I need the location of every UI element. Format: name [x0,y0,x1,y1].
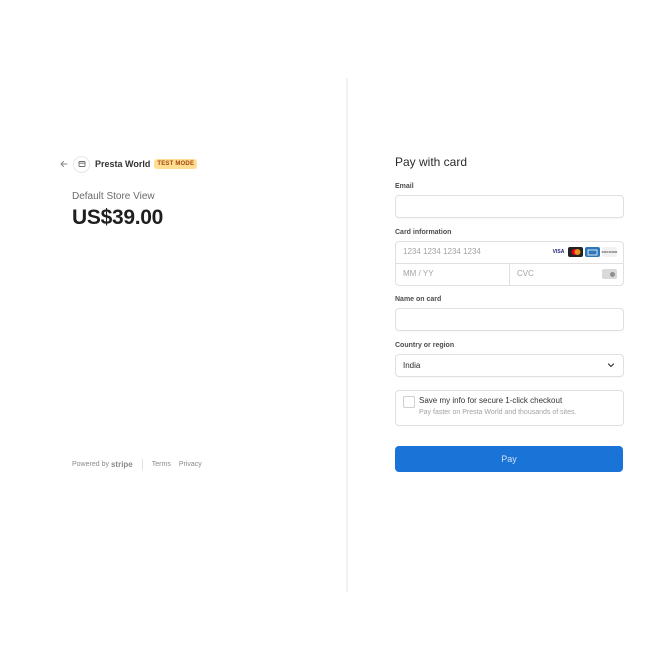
cvc-placeholder: CVC [517,269,534,278]
card-brands: VISA DISCOVER [551,247,617,257]
name-on-card-label: Name on card [395,296,442,303]
panel-divider [346,78,348,592]
footer-separator [141,459,143,470]
cvc-card-icon [602,269,617,279]
country-select[interactable]: India [395,354,624,377]
country-label: Country or region [395,342,455,349]
visa-icon: VISA [551,247,566,257]
email-label: Email [395,183,414,190]
powered-by-text: Powered by [72,461,109,468]
name-on-card-field[interactable] [395,308,624,331]
amex-icon [585,247,600,257]
card-information-group: 1234 1234 1234 1234 VISA DISCOVER MM / Y… [395,241,624,286]
product-name: Default Store View [72,191,155,202]
pay-button[interactable]: Pay [395,446,623,472]
order-summary-panel: Presta World TEST MODE Default Store Vie… [0,0,346,670]
form-heading: Pay with card [395,155,468,169]
terms-link[interactable]: Terms [152,461,171,468]
chevron-down-icon [607,363,615,368]
test-mode-badge: TEST MODE [154,159,198,169]
card-info-label: Card information [395,229,452,236]
discover-icon: DISCOVER [602,247,617,257]
save-info-title: Save my info for secure 1-click checkout [419,396,563,405]
merchant-header: Presta World TEST MODE [58,155,198,173]
merchant-name: Presta World [95,159,151,169]
stripe-logo[interactable]: stripe [111,460,133,469]
save-info-checkbox[interactable] [403,396,415,408]
total-price: US$39.00 [72,206,164,229]
back-arrow-icon[interactable] [58,158,70,170]
cvc-input[interactable]: CVC [510,264,623,285]
privacy-link[interactable]: Privacy [179,461,202,468]
card-number-placeholder: 1234 1234 1234 1234 [403,247,481,256]
save-info-box: Save my info for secure 1-click checkout… [395,390,624,426]
country-value: India [403,361,421,370]
store-icon [74,156,89,172]
mastercard-icon [568,247,583,257]
expiry-input[interactable]: MM / YY [396,264,510,285]
footer: Powered by stripe Terms Privacy [72,459,210,470]
expiry-placeholder: MM / YY [403,269,434,278]
card-number-input[interactable]: 1234 1234 1234 1234 VISA DISCOVER [396,242,623,264]
save-info-subtitle: Pay faster on Presta World and thousands… [419,409,577,416]
email-field[interactable] [395,195,624,218]
